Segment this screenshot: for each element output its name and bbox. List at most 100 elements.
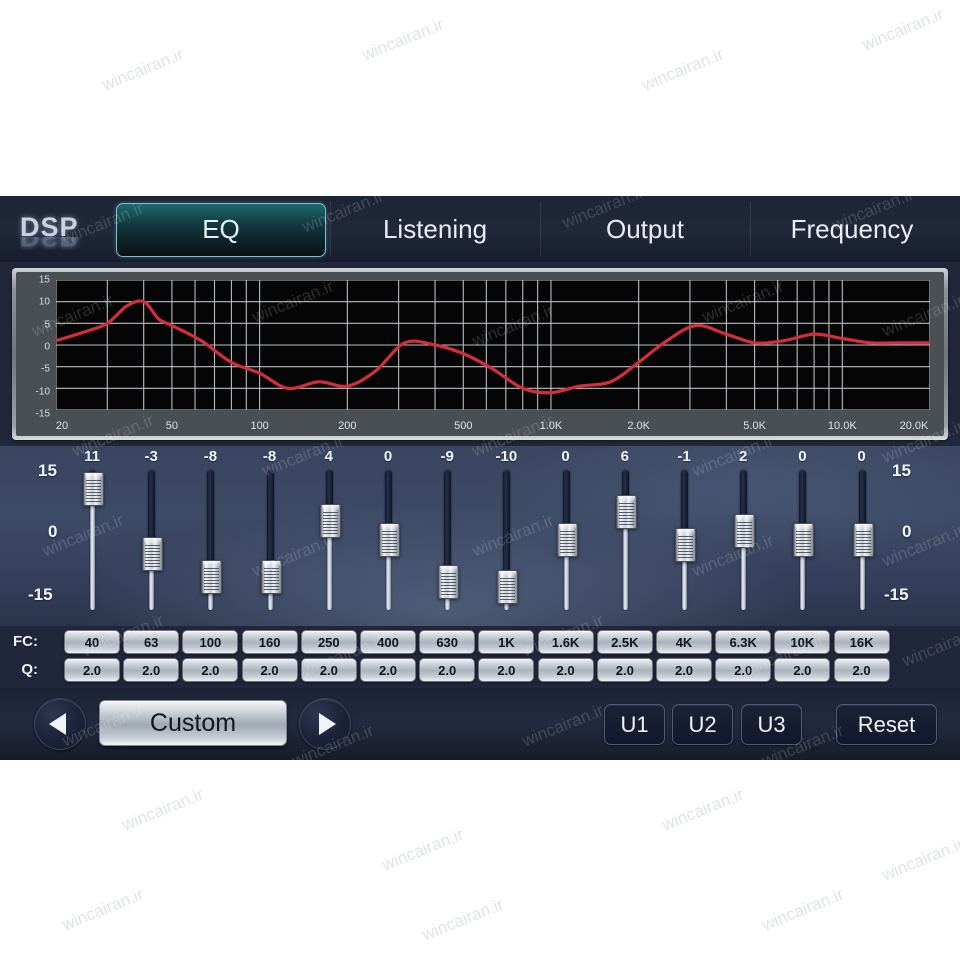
q-value-cell[interactable]: 2.0	[715, 658, 772, 682]
tab-frequency[interactable]: Frequency	[752, 203, 952, 255]
slider-thumb[interactable]	[497, 569, 519, 604]
watermark-text: wincairan.ir	[99, 44, 187, 95]
q-value-cell[interactable]: 2.0	[656, 658, 712, 682]
slider-thumb[interactable]	[675, 527, 696, 562]
fc-value-cell[interactable]: 400	[360, 630, 416, 654]
fc-value-cell[interactable]: 1.6K	[537, 630, 594, 654]
slider-thumb[interactable]	[142, 537, 164, 571]
slider-thumb[interactable]	[83, 471, 104, 506]
slider-track-lower	[800, 554, 806, 610]
slider-thumb[interactable]	[615, 495, 637, 529]
eq-slider[interactable]	[138, 470, 164, 610]
watermark-text: wincairan.ir	[59, 884, 147, 935]
q-row-label: Q:	[21, 661, 38, 678]
preset-u3-button[interactable]: U3	[741, 704, 802, 745]
slider-value-label: -8	[203, 448, 218, 465]
slider-thumb[interactable]	[201, 560, 223, 595]
slider-value-label: 0	[798, 448, 807, 465]
fc-value-cell[interactable]: 63	[123, 630, 180, 654]
triangle-right-icon	[319, 713, 336, 735]
slider-track-lower	[682, 558, 687, 610]
eq-slider[interactable]	[257, 470, 283, 610]
fc-value-cell[interactable]: 16K	[833, 630, 890, 654]
eq-slider[interactable]	[730, 470, 756, 610]
q-value-cell[interactable]: 2.0	[774, 658, 831, 682]
eq-slider[interactable]	[789, 470, 815, 610]
q-row: Q: 2.0 2.0 2.0 2.0 2.0 2.0 2.0 2.0 2.0 2.0 2.0 2.0 2…	[0, 658, 960, 682]
prev-preset-button[interactable]	[34, 698, 86, 750]
slider-thumb[interactable]	[438, 565, 460, 599]
watermark-text: wincairan.ir	[359, 14, 447, 65]
eq-slider[interactable]	[849, 470, 875, 610]
reset-button[interactable]: Reset	[836, 704, 937, 745]
preset-u2-button[interactable]: U2	[672, 704, 733, 745]
graph-y-tick: -10	[35, 386, 50, 398]
fc-value-cell[interactable]: 40	[64, 630, 120, 654]
slider-value-label: 4	[324, 448, 333, 465]
fc-value-cell[interactable]: 4K	[656, 630, 712, 654]
fc-value-cell[interactable]: 6.3K	[715, 630, 772, 654]
q-value-cell[interactable]: 2.0	[596, 658, 653, 682]
slider-track-upper	[503, 470, 511, 581]
q-value-cell[interactable]: 2.0	[360, 658, 416, 682]
fc-value-cell[interactable]: 10K	[774, 630, 831, 654]
eq-slider[interactable]	[316, 470, 342, 610]
eq-response-curve	[56, 301, 930, 393]
fc-value-cell[interactable]: 1K	[478, 630, 535, 654]
slider-track-upper	[207, 470, 215, 572]
graph-y-tick: 15	[38, 274, 50, 286]
screenshot-root: DSP DSP EQ Listening Output Frequency 15…	[0, 0, 960, 960]
eq-slider[interactable]	[671, 470, 697, 610]
slider-thumb[interactable]	[734, 513, 756, 548]
q-value-cell[interactable]: 2.0	[64, 658, 120, 682]
eq-slider[interactable]	[79, 470, 105, 610]
eq-slider[interactable]	[197, 470, 223, 610]
fc-value-cell[interactable]: 100	[182, 630, 239, 654]
fc-value-cell[interactable]: 160	[241, 630, 298, 654]
fc-value-cell[interactable]: 250	[300, 630, 357, 654]
eq-slider-area: 15 0 -15 15 0 -15 11 -3 -8 -8 4 0 -9 -10 0 6 -1 2 0 0…	[0, 446, 960, 750]
eq-slider[interactable]	[612, 470, 638, 610]
q-value-cell[interactable]: 2.0	[833, 658, 890, 682]
watermark-text: wincairan.ir	[379, 824, 467, 875]
graph-x-tick: 2.0K	[627, 420, 650, 432]
tab-listening[interactable]: Listening	[332, 203, 538, 255]
eq-slider[interactable]	[375, 470, 401, 610]
tab-output[interactable]: Output	[542, 203, 748, 255]
preset-u1-button[interactable]: U1	[604, 704, 665, 745]
eq-slider[interactable]	[553, 470, 579, 610]
graph-x-tick: 1.0K	[539, 420, 563, 432]
fc-row: FC: 40 63 100 160 250 400 630 1K 1.6K 2.5K 4K 6.3K 1…	[0, 630, 960, 654]
slider-thumb[interactable]	[260, 560, 282, 595]
watermark-text: wincairan.ir	[119, 784, 207, 835]
q-value-cell[interactable]: 2.0	[419, 658, 476, 682]
watermark-text: wincairan.ir	[659, 784, 747, 835]
slider-track-lower	[326, 535, 332, 610]
eq-slider[interactable]	[434, 470, 460, 610]
scale-left-top: 15	[38, 461, 57, 480]
next-preset-button[interactable]	[299, 698, 351, 750]
slider-thumb[interactable]	[852, 523, 874, 557]
slider-thumb[interactable]	[556, 523, 578, 557]
q-value-cell[interactable]: 2.0	[241, 658, 298, 682]
eq-slider[interactable]	[493, 470, 519, 610]
preset-name-button[interactable]: Custom	[99, 700, 287, 746]
slider-value-label: 0	[561, 448, 570, 465]
graph-y-tick: 10	[38, 296, 50, 308]
q-value-cell[interactable]: 2.0	[123, 658, 180, 682]
fc-value-cell[interactable]: 2.5K	[596, 630, 653, 654]
slider-value-label: -10	[495, 448, 518, 465]
q-value-cell[interactable]: 2.0	[478, 658, 535, 682]
slider-thumb[interactable]	[793, 523, 815, 557]
slider-track-upper	[444, 470, 452, 576]
q-value-cell[interactable]: 2.0	[300, 658, 357, 682]
graph-y-tick: 5	[44, 319, 50, 331]
q-value-cell[interactable]: 2.0	[182, 658, 239, 682]
graph-x-tick: 10.0K	[827, 420, 857, 432]
tab-eq[interactable]: EQ	[116, 203, 326, 257]
graph-x-tick: 200	[338, 420, 357, 432]
fc-value-cell[interactable]: 630	[419, 630, 476, 654]
q-value-cell[interactable]: 2.0	[537, 658, 594, 682]
slider-thumb[interactable]	[319, 504, 341, 539]
slider-thumb[interactable]	[379, 523, 400, 557]
